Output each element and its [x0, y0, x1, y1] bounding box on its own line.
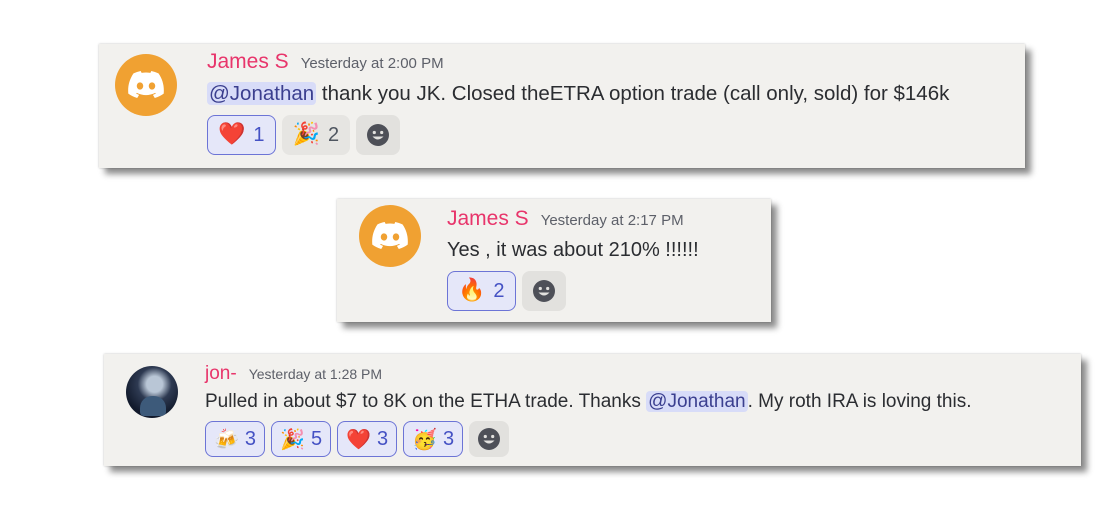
- add-reaction-button[interactable]: [521, 271, 566, 311]
- message-header: James S Yesterday at 2:00 PM: [207, 50, 444, 74]
- heart-icon: ❤️: [218, 122, 246, 147]
- user-mention[interactable]: @Jonathan: [207, 82, 317, 105]
- message-card: James S Yesterday at 2:17 PM Yes , it wa…: [337, 199, 771, 322]
- user-mention[interactable]: @Jonathan: [646, 391, 748, 412]
- avatar[interactable]: [359, 205, 421, 267]
- message-header: James S Yesterday at 2:17 PM: [447, 207, 684, 231]
- message-content: Pulled in about $7 to 8K on the ETHA tra…: [205, 391, 971, 413]
- add-reaction-button[interactable]: [356, 115, 401, 155]
- smiley-icon: [367, 124, 390, 146]
- smiley-icon: [532, 280, 555, 302]
- reaction-party-popper[interactable]: 🎉 2: [281, 115, 351, 155]
- reaction-count: 3: [244, 427, 257, 450]
- clinking-beers-icon: 🍻: [214, 427, 239, 451]
- message-card: James S Yesterday at 2:00 PM @Jonathan t…: [99, 44, 1025, 168]
- reaction-bar: 🔥 2: [447, 271, 566, 311]
- avatar[interactable]: [115, 54, 177, 116]
- party-popper-icon: 🎉: [280, 427, 305, 451]
- username[interactable]: James S: [447, 207, 529, 231]
- message-content: @Jonathan thank you JK. Closed theETRA o…: [207, 82, 949, 106]
- message-text: Pulled in about $7 to 8K on the ETHA tra…: [205, 391, 647, 412]
- party-popper-icon: 🎉: [292, 122, 320, 147]
- partying-face-icon: 🥳: [412, 427, 437, 451]
- message-text: . My roth IRA is loving this.: [747, 391, 972, 412]
- reaction-heart[interactable]: ❤️ 1: [207, 115, 276, 155]
- reaction-partying-face[interactable]: 🥳 3: [403, 421, 464, 457]
- add-reaction-button[interactable]: [469, 421, 510, 457]
- message-header: jon- Yesterday at 1:28 PM: [205, 363, 382, 385]
- heart-icon: ❤️: [346, 427, 371, 451]
- reaction-bar: 🍻 3 🎉 5 ❤️ 3 🥳 3: [205, 421, 510, 457]
- username[interactable]: James S: [207, 50, 289, 74]
- reaction-fire[interactable]: 🔥 2: [447, 271, 516, 311]
- smiley-icon: [478, 428, 501, 450]
- message-card: jon- Yesterday at 1:28 PM Pulled in abou…: [104, 354, 1081, 466]
- reaction-party-popper[interactable]: 🎉 5: [271, 421, 332, 457]
- message-text: Yes , it was about 210% !!!!!!: [447, 239, 699, 261]
- reaction-count: 3: [443, 427, 455, 450]
- username[interactable]: jon-: [205, 363, 237, 385]
- reaction-count: 3: [376, 427, 389, 450]
- reaction-count: 2: [327, 123, 340, 146]
- reaction-heart[interactable]: ❤️ 3: [337, 421, 398, 457]
- timestamp[interactable]: Yesterday at 2:00 PM: [301, 55, 444, 72]
- reaction-bar: ❤️ 1 🎉 2: [207, 115, 401, 155]
- reaction-count: 2: [493, 279, 505, 302]
- fire-icon: 🔥: [458, 278, 486, 303]
- timestamp[interactable]: Yesterday at 2:17 PM: [541, 212, 684, 229]
- reaction-count: 1: [253, 123, 265, 146]
- avatar[interactable]: [126, 366, 178, 418]
- discord-logo-icon: [372, 222, 408, 249]
- timestamp[interactable]: Yesterday at 1:28 PM: [249, 366, 382, 382]
- discord-logo-icon: [128, 71, 164, 98]
- reaction-count: 5: [310, 427, 323, 450]
- message-content: Yes , it was about 210% !!!!!!: [447, 239, 699, 262]
- message-text: thank you JK. Closed theETRA option trad…: [316, 82, 950, 105]
- reaction-clinking-beers[interactable]: 🍻 3: [205, 421, 266, 457]
